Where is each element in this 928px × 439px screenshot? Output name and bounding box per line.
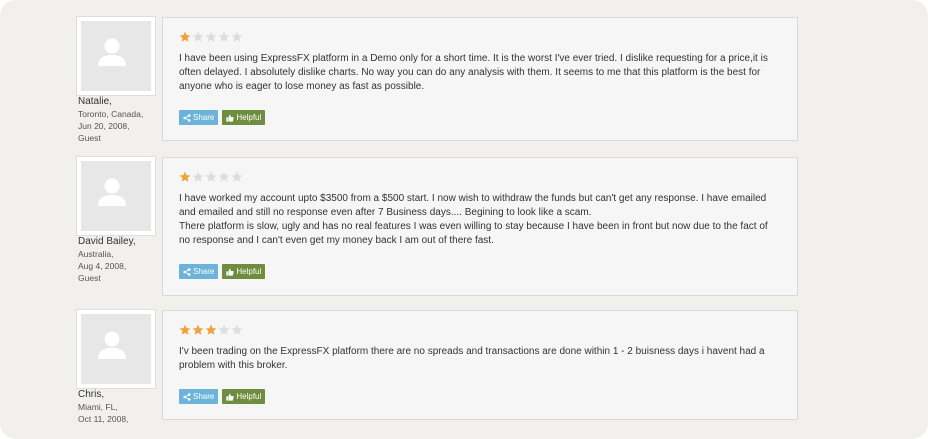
review-date: Jun 20, 2008, (78, 121, 130, 131)
user-silhouette-icon (98, 178, 126, 206)
star-rating (179, 171, 243, 183)
user-silhouette-icon (98, 38, 126, 66)
review-paragraph: I have worked my account upto $3500 from… (179, 193, 767, 218)
share-label: Share (193, 113, 215, 122)
thumbs-up-icon (226, 114, 234, 122)
star-empty-icon (231, 31, 243, 42)
share-button[interactable]: Share (179, 110, 219, 125)
avatar (77, 157, 155, 235)
review-paragraph: There platform is slow, ugly and has no … (179, 221, 768, 246)
review-text: I have worked my account upto $3500 from… (179, 192, 779, 248)
review-date: Oct 11, 2008, (78, 414, 129, 424)
helpful-label: Helpful (236, 113, 262, 122)
author-name: Natalie, (78, 96, 112, 107)
star-filled-icon (179, 324, 191, 335)
reviews-panel: Natalie, Toronto, Canada, Jun 20, 2008, … (0, 0, 928, 439)
helpful-button[interactable]: Helpful (222, 264, 266, 279)
star-rating (179, 324, 243, 336)
review-card: I'v been trading on the ExpressFX platfo… (162, 310, 798, 420)
author-location: Toronto, Canada, (78, 109, 144, 119)
share-label: Share (193, 392, 215, 401)
star-filled-icon (179, 31, 191, 42)
review-author: Natalie, Toronto, Canada, Jun 20, 2008, … (78, 95, 158, 144)
review-paragraph: I'v been trading on the ExpressFX platfo… (179, 346, 765, 371)
star-empty-icon (218, 31, 230, 42)
thumbs-up-icon (226, 268, 234, 276)
user-silhouette-icon (98, 331, 126, 359)
star-filled-icon (179, 171, 191, 182)
helpful-button[interactable]: Helpful (222, 110, 266, 125)
review-actions: Share Helpful (179, 389, 266, 404)
star-empty-icon (205, 31, 217, 42)
star-empty-icon (218, 324, 230, 335)
share-icon (183, 392, 191, 401)
star-filled-icon (192, 324, 204, 335)
author-location: Miami, FL, (78, 402, 118, 412)
share-icon (183, 113, 191, 122)
star-filled-icon (205, 324, 217, 335)
review-actions: Share Helpful (179, 110, 266, 125)
avatar (77, 310, 155, 388)
review-author: Chris, Miami, FL, Oct 11, 2008, (78, 388, 158, 425)
review-author: David Bailey, Australia, Aug 4, 2008, Gu… (78, 235, 158, 284)
author-role: Guest (78, 273, 101, 283)
review-card: I have worked my account upto $3500 from… (162, 157, 798, 296)
review-text: I have been using ExpressFX platform in … (179, 52, 779, 94)
review-card: I have been using ExpressFX platform in … (162, 17, 798, 141)
author-name: David Bailey, (78, 236, 136, 247)
helpful-button[interactable]: Helpful (222, 389, 266, 404)
share-button[interactable]: Share (179, 264, 219, 279)
author-location: Australia, (78, 249, 114, 259)
author-name: Chris, (78, 389, 105, 400)
star-empty-icon (231, 324, 243, 335)
thumbs-up-icon (226, 393, 234, 401)
review-date: Aug 4, 2008, (78, 261, 127, 271)
avatar (77, 17, 155, 95)
share-button[interactable]: Share (179, 389, 219, 404)
review-actions: Share Helpful (179, 264, 266, 279)
helpful-label: Helpful (236, 267, 262, 276)
share-icon (183, 267, 191, 276)
helpful-label: Helpful (236, 392, 262, 401)
star-empty-icon (231, 171, 243, 182)
star-empty-icon (192, 171, 204, 182)
star-empty-icon (192, 31, 204, 42)
star-empty-icon (205, 171, 217, 182)
star-rating (179, 31, 243, 43)
review-paragraph: I have been using ExpressFX platform in … (179, 53, 768, 92)
share-label: Share (193, 267, 215, 276)
author-role: Guest (78, 133, 101, 143)
star-empty-icon (218, 171, 230, 182)
review-text: I'v been trading on the ExpressFX platfo… (179, 345, 779, 373)
